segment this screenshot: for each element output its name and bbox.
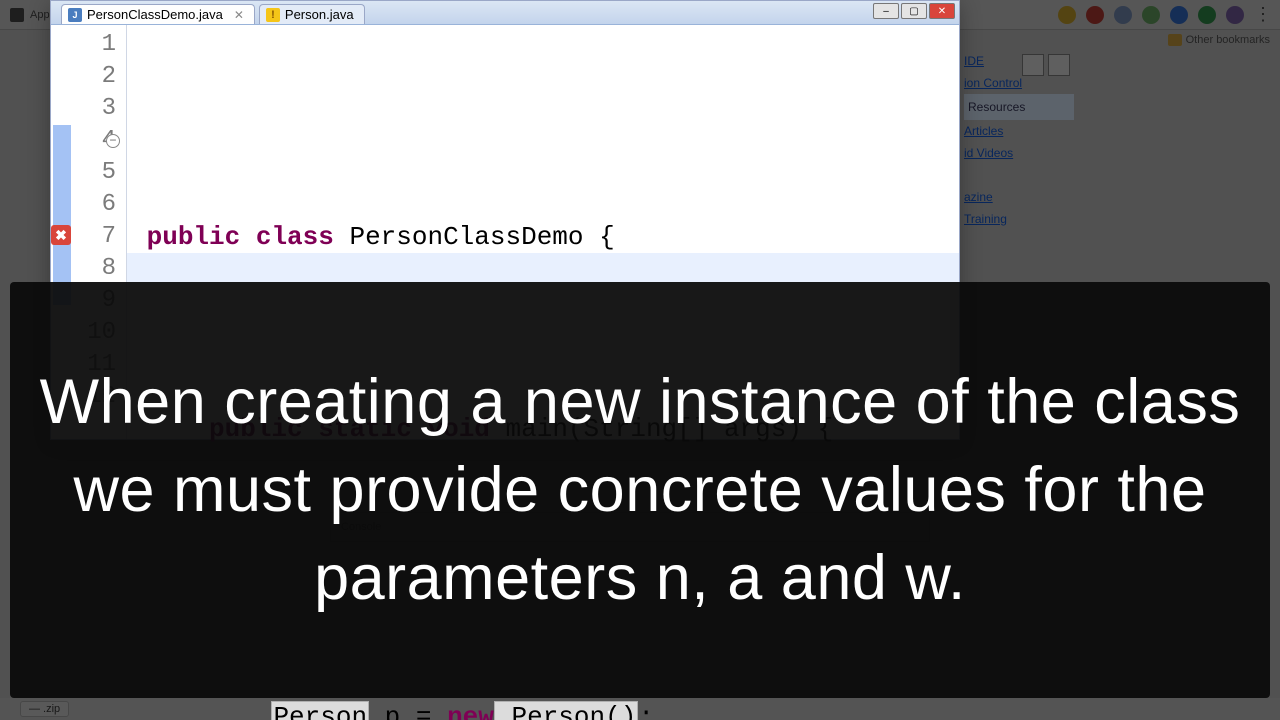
fold-icon[interactable]: − xyxy=(106,134,120,148)
link-zine[interactable]: azine xyxy=(964,186,1074,208)
kw-new: new xyxy=(447,702,494,720)
current-line-highlight xyxy=(127,253,959,285)
code-line: Person p = new Person(); xyxy=(131,701,959,720)
minimize-button[interactable]: – xyxy=(873,3,899,19)
link-articles[interactable]: Articles xyxy=(964,120,1074,142)
link-ion-control[interactable]: ion Control xyxy=(964,72,1074,94)
link-videos[interactable]: id Videos xyxy=(964,142,1074,164)
close-icon[interactable]: ✕ xyxy=(234,8,244,22)
close-window-button[interactable]: ✕ xyxy=(929,3,955,19)
line-number: 3 xyxy=(51,93,116,125)
line-number: 6 xyxy=(51,189,116,221)
tab-person[interactable]: ! Person.java xyxy=(259,4,365,24)
line-number: 8 xyxy=(51,253,116,285)
tab-personclassdemo[interactable]: J PersonClassDemo.java ✕ xyxy=(61,4,255,24)
line-number: 7 xyxy=(51,221,116,253)
apps-icon xyxy=(10,8,24,22)
link-resources[interactable]: Resources xyxy=(964,94,1074,120)
code-line xyxy=(131,125,959,157)
browser-extension-icons: ⋮ xyxy=(1058,4,1272,25)
editor-tabs: J PersonClassDemo.java ✕ ! Person.java –… xyxy=(51,1,959,25)
code-line: public class PersonClassDemo { xyxy=(131,221,959,253)
semicolon: ; xyxy=(638,702,654,720)
warning-icon: ! xyxy=(266,8,280,22)
ctor-call: Person() xyxy=(494,701,638,720)
other-bookmarks-label: Other bookmarks xyxy=(1186,34,1270,46)
chrome-menu-icon[interactable]: ⋮ xyxy=(1254,4,1272,25)
other-bookmarks[interactable]: Other bookmarks xyxy=(1168,34,1270,46)
java-file-icon: J xyxy=(68,8,82,22)
folder-icon xyxy=(1168,34,1182,46)
kw-public: public xyxy=(147,222,241,252)
tab-label-2: Person.java xyxy=(285,7,354,22)
maximize-button[interactable]: ▢ xyxy=(901,3,927,19)
ext-icon-3[interactable] xyxy=(1142,6,1160,24)
link-ide[interactable]: IDE xyxy=(964,50,1074,72)
profile-avatar[interactable] xyxy=(1226,6,1244,24)
class-name: PersonClassDemo { xyxy=(349,222,614,252)
ext-icon-1[interactable] xyxy=(1058,6,1076,24)
ext-icon-4[interactable] xyxy=(1170,6,1188,24)
line-number: 5 xyxy=(51,157,116,189)
line-number: 1 xyxy=(51,29,116,61)
window-controls: – ▢ ✕ xyxy=(873,3,955,19)
var-decl: p = xyxy=(369,702,447,720)
line-number: 2 xyxy=(51,61,116,93)
ext-icon-5[interactable] xyxy=(1198,6,1216,24)
link-training[interactable]: Training xyxy=(964,208,1074,230)
type-person: Person xyxy=(271,701,369,720)
line-number: 4 − xyxy=(51,125,116,157)
adblock-icon[interactable] xyxy=(1086,6,1104,24)
kw-class: class xyxy=(256,222,334,252)
caption-text: When creating a new instance of the clas… xyxy=(30,358,1250,623)
ext-icon-2[interactable] xyxy=(1114,6,1132,24)
download-chip[interactable]: — .zip xyxy=(20,701,69,717)
tab-label-1: PersonClassDemo.java xyxy=(87,7,223,22)
caption-overlay: When creating a new instance of the clas… xyxy=(10,282,1270,698)
